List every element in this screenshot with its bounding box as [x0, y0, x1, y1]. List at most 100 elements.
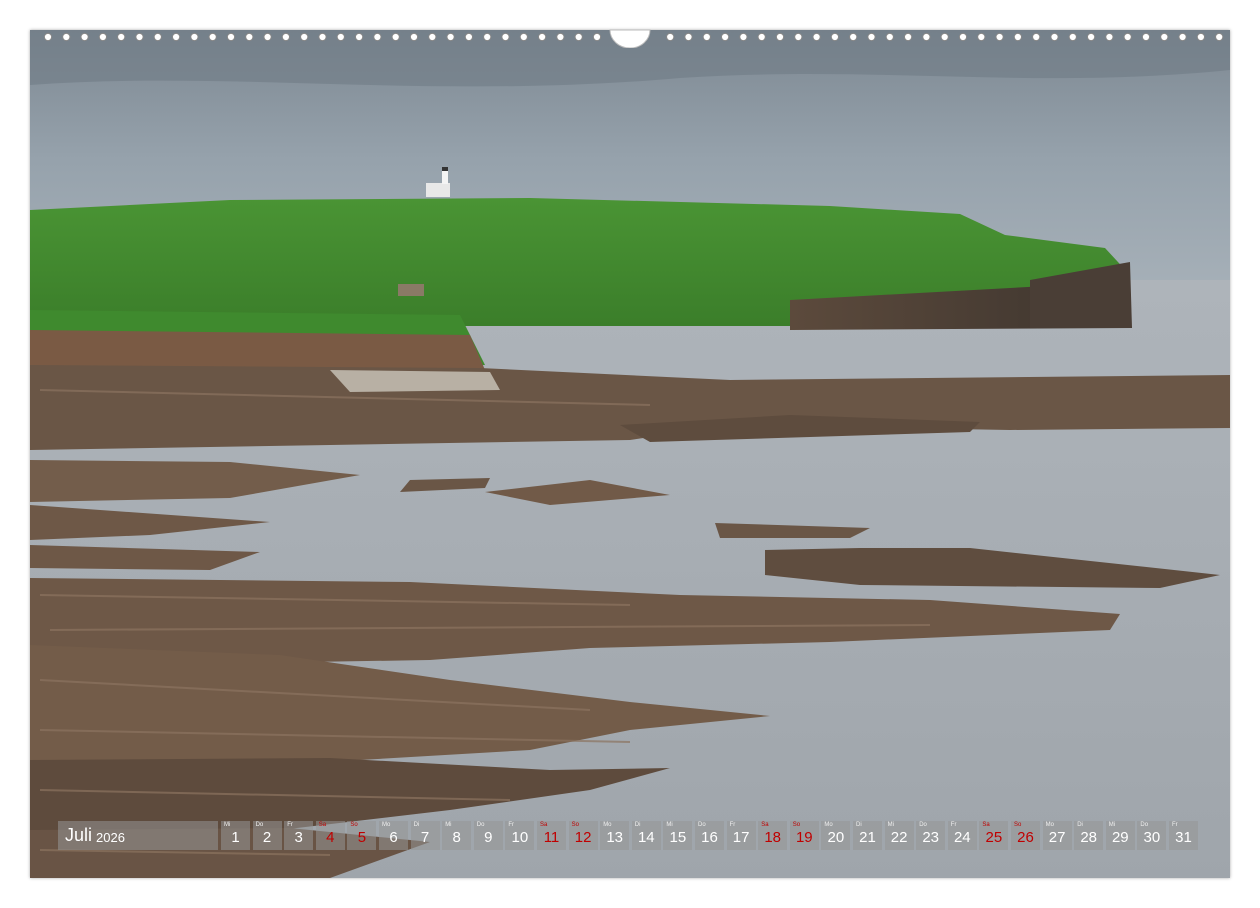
- weekday-label: Sa: [318, 822, 327, 828]
- binding-hole: [501, 32, 510, 42]
- weekday-label: Mo: [824, 822, 833, 828]
- binding-hole: [556, 32, 565, 42]
- weekday-label: So: [1014, 822, 1022, 828]
- binding-hole: [739, 32, 748, 42]
- day-number: 12: [574, 829, 592, 846]
- calendar-day: Mi 15: [663, 821, 693, 850]
- day-number: 9: [484, 829, 493, 846]
- weekday-label: Fr: [950, 822, 957, 828]
- weekday-label: Mo: [1045, 822, 1054, 828]
- calendar-day: Mo 27: [1042, 821, 1072, 850]
- binding-hole: [1141, 32, 1151, 42]
- weekday-label: Di: [856, 822, 862, 828]
- calendar-day: Mo 20: [821, 821, 851, 850]
- binding-hole: [702, 32, 711, 42]
- calendar-day: Do 16: [695, 821, 724, 850]
- binding-hole: [464, 32, 473, 42]
- calendar-day: Di 14: [631, 821, 661, 850]
- day-number: 15: [669, 829, 687, 846]
- calendar-day: Mi 1: [221, 821, 250, 850]
- spiral-binding: [43, 29, 1224, 48]
- calendar-day: Do 23: [916, 821, 946, 850]
- binding-hole: [62, 32, 71, 42]
- hanger-notch: [609, 29, 651, 48]
- binding-hole: [1032, 32, 1041, 42]
- calendar-day: Mi 29: [1105, 821, 1135, 850]
- day-number: 31: [1175, 829, 1192, 846]
- day-number: 10: [511, 829, 529, 846]
- calendar-day: Do 2: [252, 821, 282, 850]
- binding-hole: [1196, 32, 1206, 42]
- weekday-label: Do: [255, 822, 264, 828]
- weekday-label: Fr: [729, 822, 736, 828]
- binding-hole: [830, 32, 840, 42]
- day-number: 18: [764, 829, 782, 846]
- binding-hole: [281, 32, 290, 42]
- binding-hole: [1013, 32, 1023, 42]
- weekday-label: Sa: [761, 822, 769, 828]
- weekday-label: Do: [919, 822, 927, 828]
- day-number: 30: [1143, 829, 1161, 846]
- binding-hole: [245, 32, 254, 42]
- binding-hole: [592, 32, 602, 42]
- calendar-day: Mo 13: [600, 821, 630, 850]
- binding-hole: [409, 32, 419, 42]
- binding-hole: [538, 32, 547, 42]
- calendar-day: So 12: [568, 821, 598, 850]
- day-number: 1: [231, 829, 240, 846]
- binding-hole: [135, 32, 144, 42]
- calendar-day: Mi 22: [884, 821, 914, 850]
- day-number: 3: [294, 829, 303, 846]
- day-number: 25: [985, 829, 1003, 846]
- binding-hole: [43, 32, 53, 42]
- calendar-day: Sa 18: [758, 821, 788, 850]
- day-number: 24: [953, 829, 971, 846]
- day-number: 6: [389, 829, 398, 846]
- binding-hole: [1178, 32, 1187, 42]
- binding-hole: [226, 32, 236, 42]
- calendar-day: So 5: [347, 821, 377, 850]
- calendar-day: So 26: [1011, 821, 1040, 850]
- month-name: Juli: [65, 825, 93, 845]
- binding-hole: [263, 32, 272, 42]
- binding-hole: [1215, 32, 1224, 42]
- weekday-label: Di: [413, 822, 420, 828]
- binding-hole: [355, 32, 364, 42]
- weekday-label: Mi: [445, 822, 452, 828]
- weekday-label: Mo: [603, 822, 612, 828]
- calendar-day: Sa 25: [979, 821, 1009, 850]
- binding-hole: [1068, 32, 1077, 42]
- binding-hole: [775, 32, 785, 42]
- calendar-day: Di 7: [410, 821, 440, 850]
- day-number: 29: [1111, 829, 1129, 846]
- day-number: 27: [1048, 829, 1066, 846]
- binding-hole: [995, 32, 1004, 42]
- day-number: 22: [890, 829, 908, 846]
- day-number: 8: [452, 829, 461, 846]
- calendar-day: Do 9: [473, 821, 503, 850]
- day-number: 2: [262, 829, 272, 846]
- day-number: 20: [827, 829, 845, 846]
- binding-hole: [958, 32, 968, 42]
- binding-hole: [574, 32, 583, 42]
- day-number: 19: [795, 829, 813, 846]
- calendar-day: Fr 24: [947, 821, 977, 850]
- calendar-strip: Juli 2026 Mi 1 Do 2 Fr 3 Sa 4 So 5 Mo 6 Di 7 Mi 8 Do 9 Fr 1…: [58, 821, 1204, 850]
- weekday-label: Mi: [887, 822, 894, 828]
- binding-hole: [721, 32, 730, 42]
- binding-hole: [172, 32, 181, 42]
- binding-hole: [80, 32, 89, 42]
- binding-hole: [153, 32, 162, 42]
- calendar-day: Mo 6: [379, 821, 408, 850]
- day-number: 21: [859, 829, 876, 846]
- binding-hole: [391, 32, 400, 42]
- weekday-label: So: [571, 822, 579, 828]
- lighthouse: [426, 183, 450, 197]
- day-number: 23: [922, 829, 940, 846]
- calendar-day: Mi 8: [442, 821, 472, 850]
- binding-hole: [1160, 32, 1169, 42]
- binding-hole: [1123, 32, 1132, 42]
- calendar-day: Di 21: [853, 821, 882, 850]
- day-number: 11: [543, 829, 560, 846]
- weekday-label: Di: [634, 822, 641, 828]
